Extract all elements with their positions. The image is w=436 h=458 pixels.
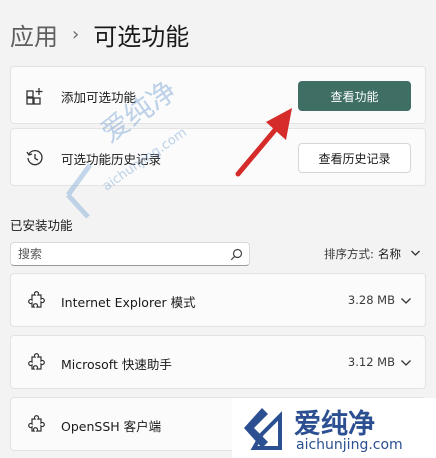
feature-name: Internet Explorer 模式 xyxy=(61,295,196,310)
view-features-button[interactable]: 查看功能 xyxy=(298,81,411,111)
watermark-text: 爱纯净 xyxy=(294,409,375,440)
installed-features-title: 已安装功能 xyxy=(10,218,73,233)
puzzle-icon xyxy=(28,415,45,432)
puzzle-icon xyxy=(28,291,45,308)
watermark-logo-icon xyxy=(244,408,282,450)
feature-size: 3.28 MB xyxy=(347,293,395,307)
history-clock-icon xyxy=(26,150,43,166)
watermark-badge: 爱纯净 aichunjing.com xyxy=(232,398,436,458)
search-icon[interactable] xyxy=(230,248,243,261)
add-optional-feature-card: 添加可选功能 查看功能 xyxy=(10,66,426,124)
feature-item-quick-assist[interactable]: Microsoft 快速助手 3.12 MB xyxy=(10,335,426,389)
feature-size: 3.12 MB xyxy=(347,355,395,369)
search-input[interactable] xyxy=(18,245,218,263)
view-history-button[interactable]: 查看历史记录 xyxy=(298,143,411,173)
watermark-url: aichunjing.com xyxy=(296,437,403,453)
optional-feature-history-card: 可选功能历史记录 查看历史记录 xyxy=(10,128,426,186)
breadcrumb-separator: › xyxy=(72,23,80,45)
feature-name: Microsoft 快速助手 xyxy=(61,357,172,372)
chevron-down-icon[interactable] xyxy=(400,297,412,305)
sort-label: 排序方式: xyxy=(324,247,374,261)
chevron-down-icon[interactable] xyxy=(400,359,412,367)
puzzle-icon xyxy=(28,353,45,370)
search-box[interactable] xyxy=(10,242,250,266)
breadcrumb-apps-link[interactable]: 应用 xyxy=(10,17,58,52)
chevron-down-icon[interactable] xyxy=(410,249,421,257)
feature-name: OpenSSH 客户端 xyxy=(61,419,162,434)
breadcrumb: 应用 › 可选功能 xyxy=(10,16,189,52)
page-title: 可选功能 xyxy=(93,22,190,51)
feature-item-internet-explorer[interactable]: Internet Explorer 模式 3.28 MB xyxy=(10,273,426,327)
add-square-icon xyxy=(26,88,43,105)
sort-dropdown[interactable]: 名称 xyxy=(378,246,401,262)
